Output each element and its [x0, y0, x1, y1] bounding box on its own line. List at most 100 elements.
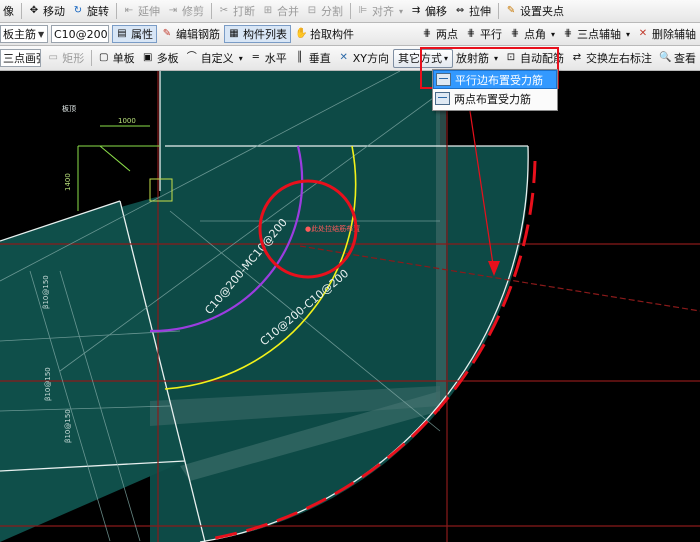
parallel-axis-button[interactable]: ⋕ 平行: [462, 25, 505, 43]
menu-item-two-point[interactable]: 两点布置受力筋: [433, 89, 557, 108]
merge-label: 合并: [277, 5, 299, 18]
offset-icon: ⇉: [411, 5, 421, 16]
center-annotation: ●此处拉结筋布置: [305, 224, 360, 233]
menu-item-label: 平行边布置受力筋: [455, 73, 543, 87]
horizontal-label: 水平: [264, 52, 287, 65]
other-method-dropdown[interactable]: 其它方式 ▾: [392, 48, 453, 68]
hand-pick-icon: ✋: [295, 28, 308, 39]
move-icon: ✥: [29, 5, 39, 16]
separator: [350, 3, 351, 19]
trim-label: 修剪: [182, 5, 204, 18]
xy-direction-button[interactable]: ✕ XY方向: [335, 49, 392, 67]
stretch-icon: ⇔: [455, 5, 465, 16]
merge-icon: ⊞: [263, 5, 273, 16]
align-label: 对齐: [372, 5, 394, 18]
parallel-label: 平行: [479, 28, 502, 41]
axis-icon: ⋕: [563, 28, 573, 39]
offset-label: 偏移: [425, 5, 448, 18]
split-icon: ⊟: [307, 5, 317, 16]
toolbar1-label-0: 像: [3, 5, 14, 18]
xy-icon: ✕: [339, 52, 348, 63]
edit-rebar-icon: ✎: [162, 28, 172, 39]
single-slab-icon: ▢: [98, 52, 109, 63]
pick-component-label: 拾取构件: [310, 28, 354, 41]
view-icon: 🔍: [659, 52, 672, 63]
rebar-tag-2: β10@150: [44, 367, 52, 401]
stretch-button[interactable]: ⇔ 拉伸: [451, 2, 494, 20]
two-point-rebar-icon: [435, 92, 450, 105]
menu-item-parallel-edge[interactable]: 平行边布置受力筋: [433, 70, 557, 89]
dim-top-text: 1000: [118, 117, 136, 125]
component-type-value: 板主筋: [3, 28, 36, 41]
break-icon: ✂: [219, 5, 229, 16]
hatch-strip: [436, 111, 446, 401]
grip-icon: ✎: [506, 5, 516, 16]
edit-rebar-button[interactable]: ✎ 编辑钢筋: [158, 25, 223, 43]
single-slab-label: 单板: [112, 52, 135, 65]
extend-label: 延伸: [138, 5, 160, 18]
arc-mode-value: 三点画弧: [3, 52, 40, 65]
multi-slab-button[interactable]: ▣ 多板: [139, 49, 182, 67]
break-button[interactable]: ✂ 打断: [215, 2, 258, 20]
xy-direction-label: XY方向: [352, 52, 389, 65]
two-point-axis-button[interactable]: ⋕ 两点: [418, 25, 461, 43]
split-label: 分割: [321, 5, 343, 18]
auto-rebar-button[interactable]: ⊡ 自动配筋: [502, 49, 567, 67]
rectangle-icon: ▭: [48, 52, 58, 63]
component-list-button[interactable]: ▦ 构件列表: [224, 25, 291, 43]
three-point-axis-button[interactable]: ⋕ 三点辅轴 ▾: [559, 25, 633, 43]
view-button[interactable]: 🔍 查看: [656, 49, 699, 67]
radial-rebar-button[interactable]: 放射筋 ▾: [453, 49, 501, 67]
split-button[interactable]: ⊟ 分割: [303, 2, 346, 20]
merge-button[interactable]: ⊞ 合并: [259, 2, 302, 20]
horizontal-button[interactable]: ═ 水平: [247, 49, 290, 67]
point-angle-axis-button[interactable]: ⋕ 点角 ▾: [506, 25, 558, 43]
axis-icon: ⋕: [466, 28, 476, 39]
component-list-label: 构件列表: [243, 28, 287, 41]
delete-axis-button[interactable]: ✕ 删除辅轴: [634, 25, 699, 43]
multi-slab-icon: ▣: [142, 52, 153, 63]
rectangle-button[interactable]: ▭ 矩形: [44, 49, 87, 67]
swap-icon: ⇄: [572, 52, 582, 63]
list-icon: ▦: [229, 28, 239, 39]
properties-label: 属性: [131, 28, 153, 41]
other-method-menu: 平行边布置受力筋 两点布置受力筋: [432, 69, 558, 111]
stretch-label: 拉伸: [469, 5, 492, 18]
arc-mode-select[interactable]: 三点画弧 ▾ 9101: [0, 49, 42, 67]
custom-button[interactable]: ⌒ 自定义 ▾: [183, 49, 246, 67]
drawing-canvas[interactable]: 1000 1400 板顶 C10@200-MC10@200 C10@200-C1…: [0, 71, 700, 542]
set-grip-button[interactable]: ✎ 设置夹点: [502, 2, 567, 20]
extend-icon: ⇤: [124, 5, 134, 16]
separator: [211, 3, 212, 19]
extend-button[interactable]: ⇤ 延伸: [120, 2, 163, 20]
edit-toolbar: 像 ✥ 移动 ↻ 旋转 ⇤ 延伸 ⇥ 修剪 ✂ 打断 ⊞ 合并 ⊟ 分割 ⊫ 对齐 ▾ ⇉ 偏移 ⇔…: [0, 0, 700, 23]
align-button[interactable]: ⊫ 对齐 ▾: [354, 2, 406, 20]
custom-arc-icon: ⌒: [186, 52, 197, 63]
custom-label: 自定义: [200, 52, 234, 65]
chevron-down-icon: ▼: [38, 29, 45, 39]
rectangle-label: 矩形: [62, 52, 85, 65]
rebar-spec-select[interactable]: C10@200▼: [51, 25, 109, 43]
toolbar1-item-0[interactable]: 像: [0, 2, 17, 20]
radial-rebar-label: 放射筋: [455, 52, 489, 65]
rotate-label: 旋转: [87, 5, 109, 18]
draw-toolbar: 三点画弧 ▾ 9101 ▭矩形 ▢单板 ▣多板 ⌒自定义▾ ═水平 ║垂直 ✕X…: [0, 46, 700, 71]
swap-labels-button[interactable]: ⇄ 交换左右标注: [568, 49, 655, 67]
separator: [116, 3, 117, 19]
component-type-select[interactable]: 板主筋 ▼: [0, 25, 48, 43]
single-slab-button[interactable]: ▢ 单板: [95, 49, 138, 67]
properties-button[interactable]: ▤ 属性: [112, 25, 157, 43]
properties-icon: ▤: [117, 28, 127, 39]
chevron-down-icon: ▾: [493, 53, 498, 63]
rotate-button[interactable]: ↻ 旋转: [69, 2, 112, 20]
auto-rebar-icon: ⊡: [506, 52, 516, 63]
rotate-icon: ↻: [73, 5, 83, 16]
rebar-tag-3: β10@150: [64, 409, 72, 443]
vertical-button[interactable]: ║ 垂直: [291, 49, 334, 67]
move-button[interactable]: ✥ 移动: [25, 2, 68, 20]
offset-button[interactable]: ⇉ 偏移: [407, 2, 450, 20]
pick-component-button[interactable]: ✋ 拾取构件: [292, 25, 357, 43]
axis-icon: ⋕: [510, 28, 520, 39]
trim-button[interactable]: ⇥ 修剪: [164, 2, 207, 20]
separator: [498, 3, 500, 19]
